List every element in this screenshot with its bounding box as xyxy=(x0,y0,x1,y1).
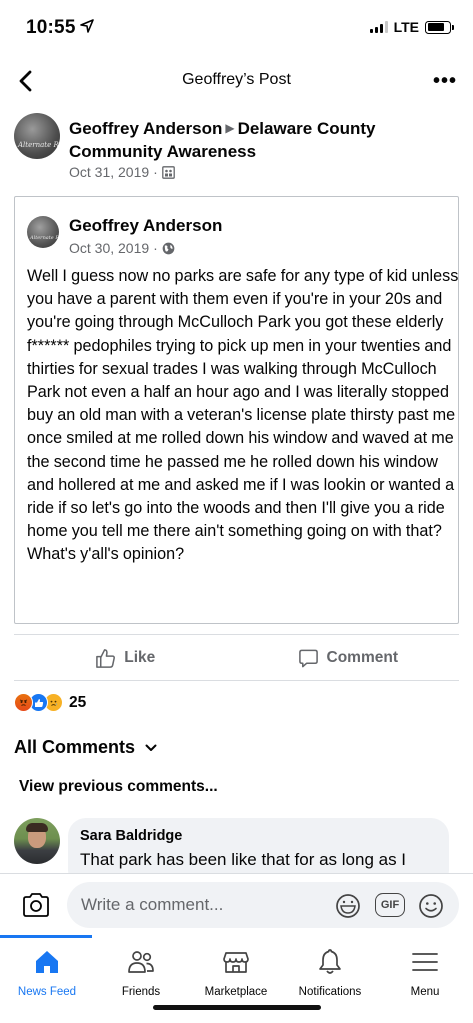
commenter-avatar[interactable] xyxy=(14,818,60,864)
comment-button[interactable]: Comment xyxy=(237,636,460,680)
like-label: Like xyxy=(124,649,156,666)
more-options-icon[interactable]: ••• xyxy=(433,70,457,93)
friends-icon xyxy=(128,951,154,973)
menu-icon xyxy=(412,953,438,971)
shared-author-name[interactable]: Geoffrey Anderson xyxy=(69,216,222,236)
gif-button[interactable]: GIF xyxy=(375,893,405,917)
shared-author-avatar[interactable]: Alternate Reality xyxy=(27,216,59,248)
camera-icon[interactable] xyxy=(20,890,52,920)
comment-text: That park has been like that for as long… xyxy=(80,850,407,869)
thumbs-up-icon xyxy=(96,648,116,668)
location-arrow-icon xyxy=(80,19,94,33)
post-header: Geoffrey’s Post ••• xyxy=(0,58,473,104)
tab-label: Friends xyxy=(121,986,161,998)
tab-label: Notifications xyxy=(298,986,362,998)
home-icon xyxy=(36,951,58,973)
status-time: 10:55 xyxy=(26,17,76,38)
reactions-summary[interactable]: 25 xyxy=(14,693,86,712)
triangle-right-icon: ▶ xyxy=(225,121,235,135)
tab-notifications[interactable]: Notifications xyxy=(283,941,377,1001)
globe-icon xyxy=(162,242,175,254)
angry-reaction-icon xyxy=(14,693,33,712)
tab-label: News Feed xyxy=(17,986,77,998)
post-author-line: Geoffrey Anderson ▶ Delaware County Commun… xyxy=(69,117,459,163)
emoji-icon[interactable] xyxy=(418,893,444,919)
signal-icon xyxy=(369,21,388,33)
status-bar: 10:55 LTE xyxy=(0,0,473,58)
chevron-down-icon xyxy=(145,744,157,751)
shared-post-date[interactable]: Oct 30, 2019 xyxy=(69,240,149,256)
sticker-icon[interactable] xyxy=(335,893,361,919)
view-previous-comments-link[interactable]: View previous comments... xyxy=(19,778,218,796)
like-button[interactable]: Like xyxy=(14,636,237,680)
tab-marketplace[interactable]: Marketplace xyxy=(189,941,283,1001)
comments-filter-dropdown[interactable]: All Comments xyxy=(14,737,157,758)
post-date[interactable]: Oct 31, 2019 xyxy=(69,164,149,180)
battery-icon xyxy=(425,20,454,34)
author-avatar[interactable]: Alternate Reality xyxy=(14,113,60,159)
home-indicator xyxy=(153,1005,321,1010)
shared-post-meta: Oct 30, 2019 · xyxy=(69,240,175,256)
action-bar: Like Comment xyxy=(14,636,459,680)
author-name-link[interactable]: Geoffrey Anderson xyxy=(69,119,222,138)
active-tab-indicator xyxy=(0,935,92,938)
tab-menu[interactable]: Menu xyxy=(378,941,472,1001)
shared-post-card[interactable]: Alternate Reality Geoffrey Anderson Oct … xyxy=(14,196,459,624)
reaction-count: 25 xyxy=(69,693,87,711)
comment-bubble-icon xyxy=(298,649,318,667)
post-meta: Oct 31, 2019 · xyxy=(69,164,175,180)
tab-news-feed[interactable]: News Feed xyxy=(0,941,94,1001)
comments-title: All Comments xyxy=(14,737,136,757)
post-author-block: Alternate Reality Geoffrey Anderson▶Dela… xyxy=(14,112,459,192)
marketplace-icon xyxy=(223,952,249,973)
network-label: LTE xyxy=(393,19,419,35)
comment-label: Comment xyxy=(326,649,398,666)
page-title: Geoffrey’s Post xyxy=(182,71,291,88)
tab-label: Menu xyxy=(410,986,440,998)
comment-composer: Write a comment... GIF xyxy=(0,873,473,935)
shared-post-text: Well I guess now no parks are safe for a… xyxy=(27,267,459,564)
commenter-name[interactable]: Sara Baldridge xyxy=(80,828,182,844)
gif-label: GIF xyxy=(380,899,400,911)
divider xyxy=(14,634,459,635)
tab-label: Marketplace xyxy=(204,986,268,998)
tab-friends[interactable]: Friends xyxy=(94,941,188,1001)
bell-icon xyxy=(319,949,341,974)
group-icon xyxy=(161,165,175,179)
divider xyxy=(14,680,459,681)
status-indicators: LTE xyxy=(369,19,454,35)
